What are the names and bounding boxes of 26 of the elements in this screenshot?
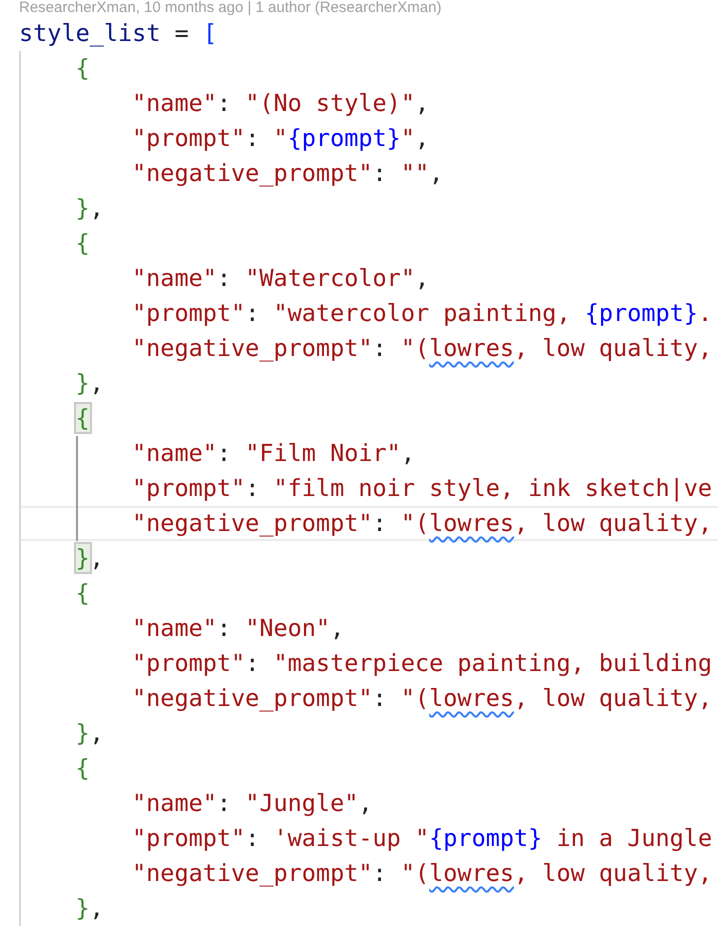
code-line: "negative_prompt": "", xyxy=(131,158,444,189)
code-line: style_list = [ xyxy=(18,18,218,49)
code-line: }, xyxy=(74,543,105,574)
code-line: "negative_prompt": "(lowres, low quality, xyxy=(131,333,714,364)
code-line: { xyxy=(74,228,91,259)
code-line: }, xyxy=(74,193,105,224)
code-line: "prompt": 'waist-up "{prompt} in a Jungle xyxy=(131,823,714,854)
code-line: "negative_prompt": "(lowres, low quality, xyxy=(19,506,718,541)
code-line: "prompt": "{prompt}", xyxy=(131,123,430,154)
blame-annotation: ResearcherXman, 10 months ago | 1 author (ResearcherXman) xyxy=(18,0,442,16)
code-line: }, xyxy=(74,893,105,924)
code-line: "name": "Jungle", xyxy=(131,788,374,819)
code-line: { xyxy=(74,53,91,84)
code-line: { xyxy=(74,578,91,609)
code-line: "prompt": "watercolor painting, {prompt}. xyxy=(131,298,714,329)
code-line: { xyxy=(74,753,91,784)
code-line: "name": "Neon", xyxy=(131,613,346,644)
code-line: "negative_prompt": "(lowres, low quality, xyxy=(131,858,714,889)
code-line: "name": "(No style)", xyxy=(131,88,430,119)
code-line: "prompt": "film noir style, ink sketch|ve xyxy=(131,473,714,504)
code-line: "name": "Film Noir", xyxy=(131,438,416,469)
code-line: }, xyxy=(74,718,105,749)
code-line: }, xyxy=(74,368,105,399)
code-line: "negative_prompt": "(lowres, low quality, xyxy=(131,683,714,714)
code-line: "prompt": "masterpiece painting, building xyxy=(131,648,714,679)
code-line: "name": "Watercolor", xyxy=(131,263,430,294)
